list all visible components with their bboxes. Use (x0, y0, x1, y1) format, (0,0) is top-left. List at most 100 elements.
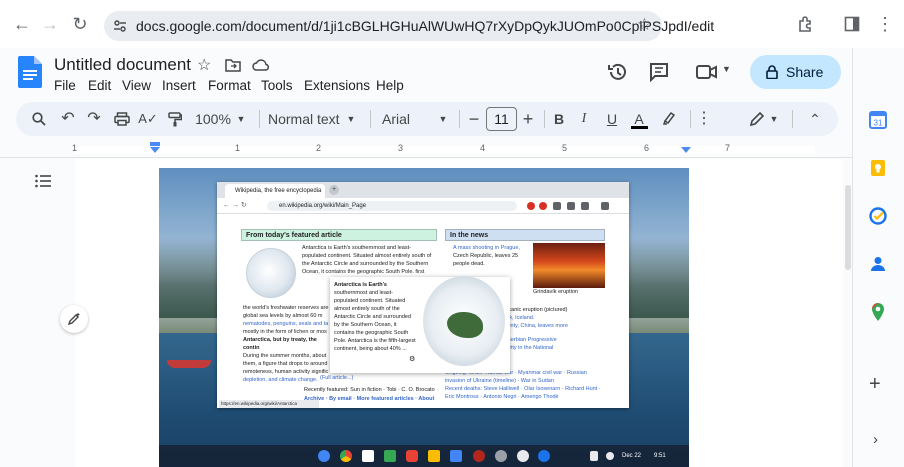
cloud-status-icon[interactable] (252, 58, 270, 71)
contacts-icon[interactable] (868, 254, 888, 274)
shelf-status-icon (606, 452, 614, 460)
decrease-font-size-icon[interactable]: − (466, 102, 482, 136)
address-url: docs.google.com/document/d/1ji1cBGLHGHuA… (136, 18, 715, 34)
vertical-scrollbar-thumb[interactable] (845, 185, 851, 270)
wiki-featured-lower-text: the world's freshwater reserves are glob… (243, 304, 333, 384)
font-select[interactable]: Arial (382, 102, 442, 136)
address-bar[interactable]: docs.google.com/document/d/1ji1cBGLHGHuA… (104, 11, 714, 41)
menu-file[interactable]: File (54, 78, 76, 93)
hide-menus-chevron-up-icon[interactable]: ⌃ (806, 102, 824, 136)
side-panel-icon[interactable] (844, 16, 860, 32)
reload-icon[interactable]: ↻ (68, 12, 92, 36)
right-indent-marker[interactable] (681, 147, 691, 153)
text-color-icon[interactable]: A (630, 102, 648, 136)
embedded-url: en.wikipedia.org/wiki/Main_Page (267, 201, 517, 211)
move-folder-icon[interactable] (225, 58, 241, 72)
menu-tools[interactable]: Tools (261, 78, 293, 93)
calendar-icon[interactable]: 31 (868, 110, 888, 130)
menu-edit[interactable]: Edit (88, 78, 111, 93)
wiki-featured-text: Antarctica is Earth's southernmost and l… (302, 244, 436, 276)
toolbar-divider (370, 110, 371, 128)
wiki-ongoing-line2: invasion of Ukraine (timeline) · War in … (445, 378, 554, 384)
font-chevron-icon[interactable]: ▼ (436, 102, 450, 136)
shelf-netflix-icon (473, 450, 485, 462)
shelf-youtube-icon (406, 450, 418, 462)
ruler-track (75, 146, 815, 154)
ruler-label: 5 (562, 143, 568, 153)
meet-dropdown-chevron-icon[interactable]: ▼ (722, 64, 731, 74)
menu-extensions[interactable]: Extensions (304, 78, 370, 93)
wiki-line: global sea levels by almost 60 m (243, 313, 323, 319)
share-button[interactable]: Share (750, 55, 841, 89)
shelf-app-icon (495, 450, 507, 462)
increase-font-size-icon[interactable]: + (520, 102, 536, 136)
keep-icon[interactable] (868, 158, 888, 178)
bold-icon[interactable]: B (551, 102, 567, 136)
tasks-icon[interactable] (868, 206, 888, 226)
horizontal-ruler[interactable]: 1 1 2 3 4 5 6 7 (0, 140, 852, 158)
wiki-line: the Antarctic Circle and surrounded by t… (302, 261, 429, 267)
shelf-app-icon (538, 450, 550, 462)
ruler-label: 7 (725, 143, 731, 153)
embedded-tab: Wikipedia, the free encyclopedia (225, 184, 325, 198)
browser-menu-icon[interactable]: ⋮ (876, 12, 894, 36)
search-menus-icon[interactable] (32, 112, 46, 126)
editing-mode-pencil-icon[interactable] (749, 111, 765, 127)
expand-side-panel-chevron-icon[interactable]: › (873, 430, 878, 450)
forward-arrow-icon[interactable]: → (38, 12, 62, 36)
star-icon[interactable]: ☆ (197, 55, 211, 75)
ruler-label: 4 (480, 143, 486, 153)
wiki-line: During the summer months, about (243, 353, 327, 359)
embedded-ext-icon (527, 202, 535, 210)
highlight-color-icon[interactable] (662, 111, 676, 127)
underline-icon[interactable]: U (604, 102, 620, 136)
wiki-line: southernmost and least- (334, 290, 394, 296)
zoom-chevron-icon[interactable]: ▼ (234, 102, 248, 136)
wiki-line: Antarctica, but by treaty, the contin (243, 337, 317, 351)
docs-header: Untitled document ☆ File Edit View Inser… (0, 48, 887, 98)
menu-help[interactable]: Help (376, 78, 404, 93)
style-chevron-icon[interactable]: ▼ (344, 102, 358, 136)
docs-logo-icon[interactable] (18, 56, 42, 88)
antarctica-globe-image (246, 248, 296, 298)
volcano-eruption-image (533, 243, 605, 288)
paragraph-style-select[interactable]: Normal text (268, 102, 344, 136)
wiki-line: people dead. (453, 261, 485, 267)
wiki-full-article-link: (Full article...) (320, 375, 354, 381)
more-options-icon[interactable]: ⋮ (696, 102, 712, 136)
embedded-ext-icon (567, 202, 575, 210)
meet-video-icon[interactable] (696, 64, 718, 80)
editing-mode-chevron-icon[interactable]: ▼ (767, 102, 781, 136)
wiki-line: Antarctic Circle and surrounded (334, 314, 412, 320)
back-arrow-icon[interactable]: ← (10, 12, 34, 36)
version-history-icon[interactable] (607, 61, 629, 83)
site-settings-icon[interactable] (112, 18, 128, 34)
document-title[interactable]: Untitled document (54, 55, 191, 75)
print-icon[interactable] (114, 112, 130, 126)
undo-icon[interactable]: ↶ (58, 102, 78, 136)
wiki-line: Antarctica is Earth's (334, 282, 387, 288)
extensions-puzzle-icon[interactable] (797, 15, 815, 33)
spellcheck-icon[interactable]: A✓ (138, 102, 158, 136)
zoom-select[interactable]: 100% (194, 102, 232, 136)
shelf-time: 9:51 (654, 453, 666, 459)
italic-icon[interactable]: I (576, 102, 592, 136)
menu-format[interactable]: Format (208, 78, 251, 93)
paint-format-icon[interactable] (168, 112, 182, 127)
maps-icon[interactable] (868, 302, 888, 322)
edit-pencil-button[interactable] (60, 305, 88, 333)
redo-icon[interactable]: ↷ (84, 102, 104, 136)
left-indent-marker[interactable] (150, 147, 160, 153)
bookmark-star-icon[interactable]: ☆ (637, 15, 652, 35)
menu-insert[interactable]: Insert (162, 78, 196, 93)
get-add-ons-plus-icon[interactable]: + (869, 372, 881, 396)
first-line-indent-marker[interactable] (150, 142, 160, 146)
wiki-recent-deaths: Recent deaths: Steve Halliwell · Olar Is… (445, 386, 601, 392)
embedded-ext-icon (553, 202, 561, 210)
document-outline-icon[interactable] (35, 174, 51, 188)
comments-icon[interactable] (649, 62, 669, 82)
formatting-toolbar: ↶ ↷ A✓ 100% ▼ Normal text ▼ Arial ▼ − 11… (16, 102, 838, 136)
font-size-input[interactable]: 11 (486, 107, 517, 131)
wiki-volcano-caption: Grindavík eruption (533, 289, 578, 295)
menu-view[interactable]: View (122, 78, 151, 93)
